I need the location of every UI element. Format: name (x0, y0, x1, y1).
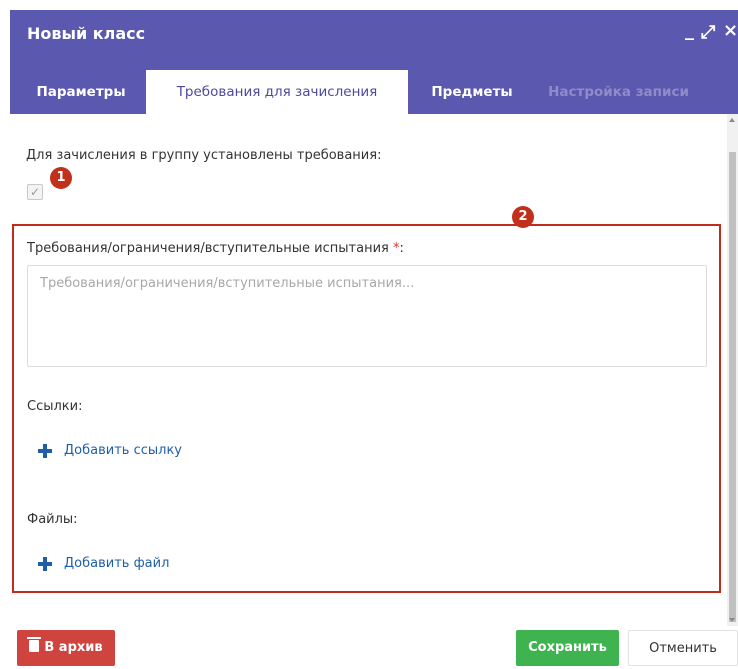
scroll-thumb[interactable] (729, 152, 736, 622)
tab-bar: Параметры Требования для зачисления Пред… (10, 60, 738, 114)
archive-button[interactable]: В архив (17, 630, 115, 666)
requirements-field-label-text: Требования/ограничения/вступительные исп… (27, 241, 389, 256)
marker-1: 1 (50, 167, 72, 189)
plus-icon (38, 556, 52, 571)
tab-subjects[interactable]: Предметы (416, 70, 528, 114)
add-link-button[interactable]: Добавить ссылку (38, 443, 182, 458)
scroll-down-arrow-icon[interactable] (729, 618, 735, 622)
requirements-flag-label: Для зачисления в группу установлены треб… (26, 148, 382, 163)
marker-2: 2 (512, 206, 534, 228)
requirements-textarea[interactable] (27, 265, 707, 367)
files-label: Файлы: (27, 512, 78, 527)
requirements-field-label: Требования/ограничения/вступительные исп… (27, 241, 404, 256)
dialog-footer: В архив Сохранить Отменить (0, 626, 738, 669)
links-label: Ссылки: (27, 399, 83, 414)
minimize-icon[interactable]: _ (685, 20, 694, 41)
tab-parameters[interactable]: Параметры (21, 70, 141, 114)
requirements-checkbox[interactable]: ✓ (27, 184, 43, 200)
close-icon[interactable]: × (723, 20, 738, 41)
add-file-button[interactable]: Добавить файл (38, 556, 169, 571)
vertical-scrollbar[interactable] (727, 114, 738, 626)
scroll-up-arrow-icon[interactable] (729, 118, 735, 122)
dialog-title: Новый класс (27, 24, 146, 43)
archive-label: В архив (44, 640, 103, 655)
dialog-titlebar: Новый класс _ ⤢ × (10, 10, 738, 60)
cancel-button[interactable]: Отменить (628, 630, 738, 666)
label-colon: : (399, 241, 404, 256)
tab-enrollment-requirements[interactable]: Требования для зачисления (146, 70, 408, 114)
tab-enrollment-settings: Настройка записи (548, 84, 689, 100)
add-link-label: Добавить ссылку (64, 443, 182, 458)
add-file-label: Добавить файл (64, 556, 170, 571)
plus-icon (38, 443, 52, 458)
maximize-icon[interactable]: ⤢ (701, 22, 715, 43)
dialog-body: Для зачисления в группу установлены треб… (10, 114, 738, 626)
new-class-dialog: Новый класс _ ⤢ × Параметры Требования д… (0, 0, 738, 669)
trash-icon (27, 637, 42, 652)
save-button[interactable]: Сохранить (516, 630, 619, 666)
